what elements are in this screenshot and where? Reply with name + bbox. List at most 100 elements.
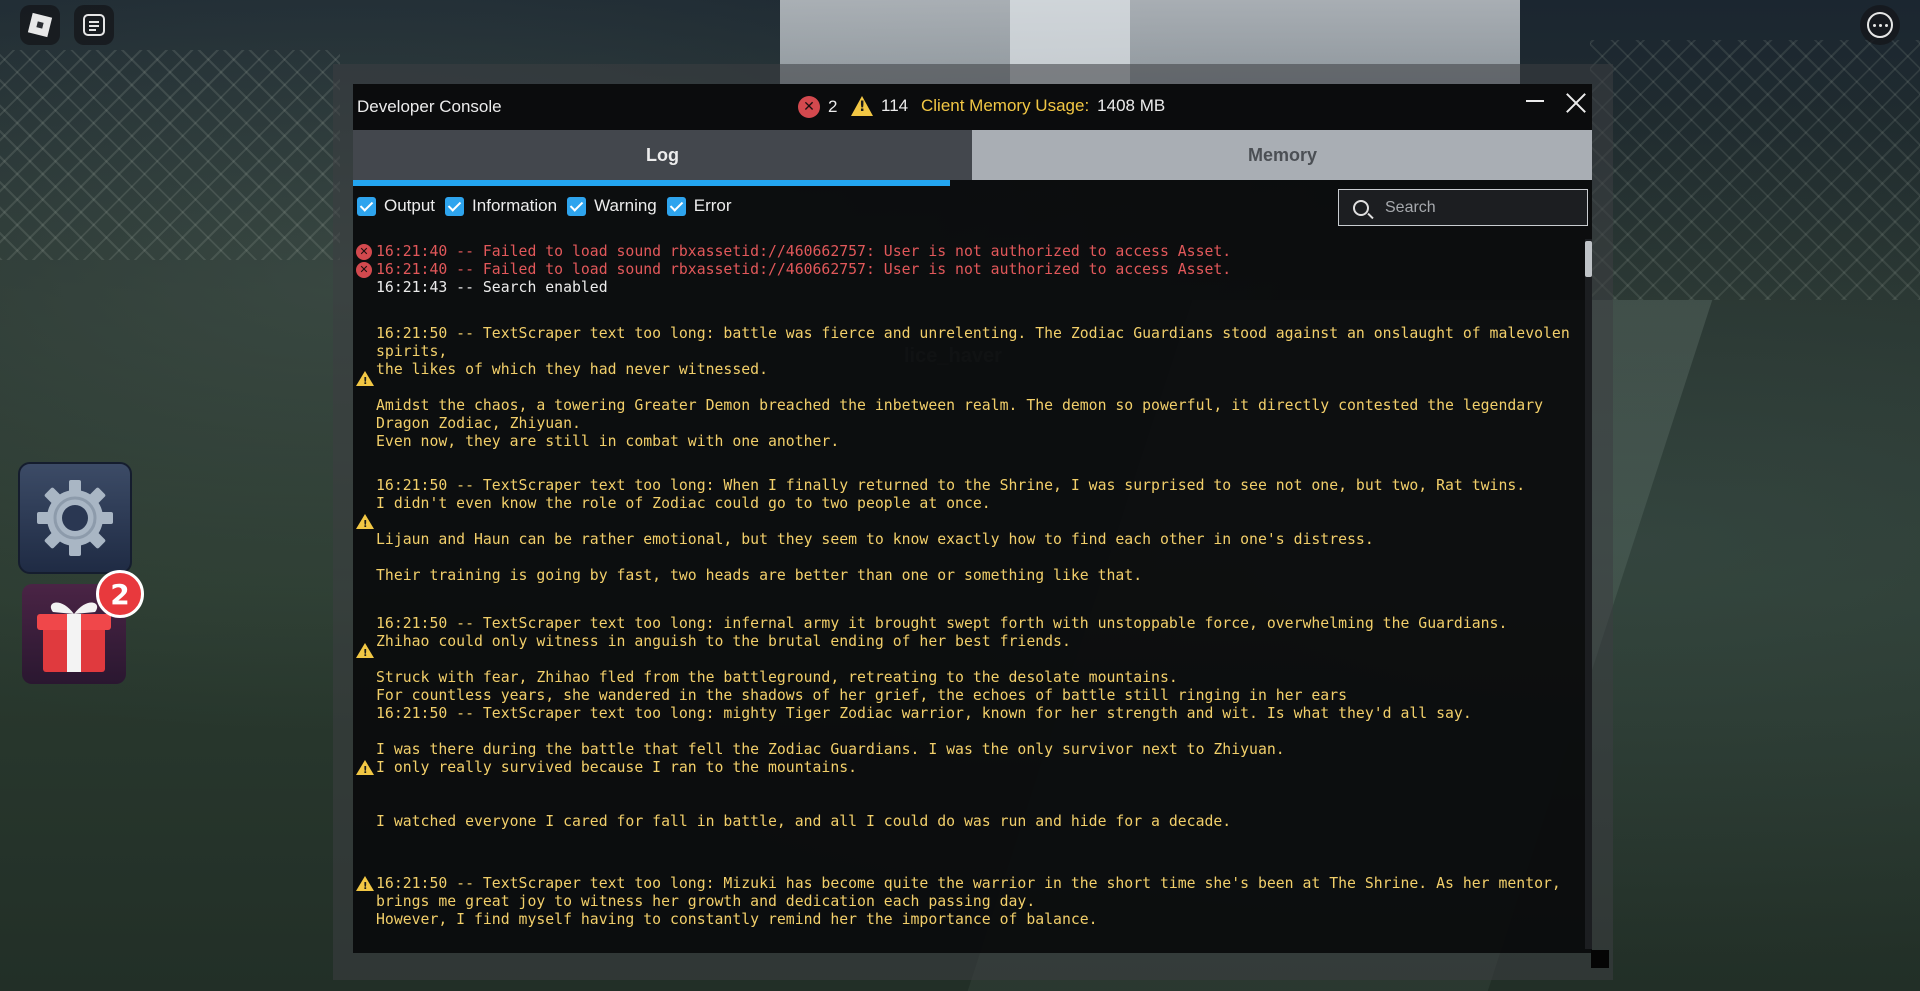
log-line: I was there during the battle that fell … [376, 741, 1285, 758]
log-scrollbar[interactable] [1585, 239, 1592, 949]
log-line: 16:21:50 -- TextScraper text too long: M… [376, 875, 1561, 892]
log-line: Lijaun and Haun can be rather emotional,… [376, 531, 1374, 548]
log-line: the likes of which they had never witnes… [376, 361, 768, 378]
checkbox-information[interactable] [445, 196, 465, 216]
search-icon [1353, 199, 1369, 216]
log-line: However, I find myself having to constan… [376, 911, 1098, 928]
log-line: 16:21:50 -- TextScraper text too long: W… [376, 477, 1526, 494]
log-line: For countless years, she wandered in the… [376, 687, 1348, 704]
filter-information-label: Information [472, 196, 558, 215]
console-titlebar[interactable]: Developer Console ✕ 2 114 Client Memory … [353, 84, 1592, 130]
checkbox-output[interactable] [357, 196, 376, 216]
memory-usage-label: Client Memory Usage: [921, 96, 1090, 115]
chat-button[interactable] [74, 5, 114, 45]
log-line: 16:21:50 -- TextScraper text too long: m… [376, 705, 1472, 722]
log-line: brings me great joy to witness her growt… [376, 893, 1036, 910]
world-fence-left [0, 50, 340, 260]
log-filters: Output Information Warning Error [357, 196, 738, 216]
log-line: 16:21:43 -- Search enabled [376, 279, 608, 296]
more-options-button[interactable] [1860, 5, 1900, 45]
log-error-icon: ✕ [356, 244, 372, 260]
log-output[interactable]: ✕ 16:21:40 -- Failed to load sound rbxass… [353, 239, 1585, 949]
log-entry-warning: 16:21:50 -- TextScraper text too long: m… [353, 705, 1583, 831]
warning-count-stat[interactable]: 114 [851, 96, 908, 116]
log-line: I watched everyone I cared for fall in b… [376, 813, 1232, 830]
log-line: spirits, [376, 343, 448, 360]
gear-icon [37, 480, 113, 556]
log-entry-error: ✕ 16:21:40 -- Failed to load sound rbxass… [353, 243, 1583, 261]
filter-error[interactable]: Error [666, 196, 732, 216]
log-line: I only really survived because I ran to … [376, 759, 858, 776]
filter-warning-label: Warning [594, 196, 657, 215]
error-count-stat[interactable]: ✕ 2 [798, 96, 837, 118]
log-entry-warning: 16:21:50 -- TextScraper text too long: M… [353, 839, 1583, 929]
filter-error-label: Error [693, 196, 732, 215]
minimize-button[interactable] [1526, 100, 1544, 102]
filter-warning[interactable]: Warning [567, 196, 657, 216]
log-entry-warning: 16:21:50 -- TextScraper text too long: i… [353, 597, 1583, 705]
console-tabs: Log Memory [353, 130, 1592, 186]
log-line: 16:21:50 -- TextScraper text too long: b… [376, 325, 1570, 342]
log-warning-icon [356, 371, 374, 391]
log-line: 16:21:40 -- Failed to load sound rbxasse… [376, 261, 1232, 278]
log-line: Their training is going by fast, two hea… [376, 567, 1143, 584]
memory-usage-value: 1408 MB [1097, 96, 1166, 115]
resize-handle[interactable] [1591, 950, 1609, 968]
log-entry-warning: 16:21:50 -- TextScraper text too long: b… [353, 307, 1583, 451]
log-line: Dragon Zodiac, Zhiyuan. [376, 415, 581, 432]
roblox-menu-button[interactable] [20, 5, 60, 45]
log-warning-icon [356, 514, 374, 534]
memory-usage-stat: Client Memory Usage: 1408 MB [921, 96, 1165, 116]
log-scroll-thumb[interactable] [1585, 241, 1592, 277]
checkbox-error[interactable] [666, 196, 686, 216]
gift-notification-badge: 2 [96, 570, 144, 618]
search-input[interactable] [1383, 197, 1577, 218]
world-fence-right [1590, 40, 1920, 300]
filter-information[interactable]: Information [445, 196, 557, 216]
log-line: 16:21:40 -- Failed to load sound rbxasse… [376, 243, 1232, 260]
log-entry-output: 16:21:43 -- Search enabled [353, 279, 1583, 297]
log-line: Amidst the chaos, a towering Greater Dem… [376, 397, 1544, 414]
log-warning-icon [356, 876, 374, 896]
warning-icon [851, 96, 873, 116]
roblox-logo-icon [27, 12, 53, 38]
developer-console: Developer Console ✕ 2 114 Client Memory … [353, 84, 1592, 953]
filter-output[interactable]: Output [357, 196, 435, 216]
log-line: Struck with fear, Zhihao fled from the b… [376, 669, 1178, 686]
search-box[interactable] [1338, 189, 1588, 226]
chat-icon [83, 14, 105, 36]
log-warning-icon [356, 760, 374, 780]
log-error-icon: ✕ [356, 262, 372, 278]
filter-output-label: Output [384, 196, 436, 215]
checkbox-warning[interactable] [567, 196, 587, 216]
error-icon: ✕ [798, 96, 820, 118]
tab-log[interactable]: Log [353, 130, 972, 180]
log-entry-warning: 16:21:50 -- TextScraper text too long: W… [353, 459, 1583, 585]
tab-memory[interactable]: Memory [973, 130, 1592, 180]
console-title: Developer Console [357, 97, 502, 116]
log-line: I didn't even know the role of Zodiac co… [376, 495, 991, 512]
log-warning-icon [356, 643, 374, 663]
log-line: 16:21:50 -- TextScraper text too long: i… [376, 615, 1508, 632]
close-button[interactable] [1563, 90, 1589, 116]
warning-count: 114 [881, 96, 909, 115]
more-options-icon [1867, 12, 1893, 38]
error-count: 2 [828, 97, 838, 116]
active-tab-indicator [353, 180, 950, 186]
settings-button[interactable] [18, 462, 132, 574]
log-line: Zhihao could only witness in anguish to … [376, 633, 1071, 650]
log-entry-error: ✕ 16:21:40 -- Failed to load sound rbxass… [353, 261, 1583, 279]
log-line: Even now, they are still in combat with … [376, 433, 840, 450]
